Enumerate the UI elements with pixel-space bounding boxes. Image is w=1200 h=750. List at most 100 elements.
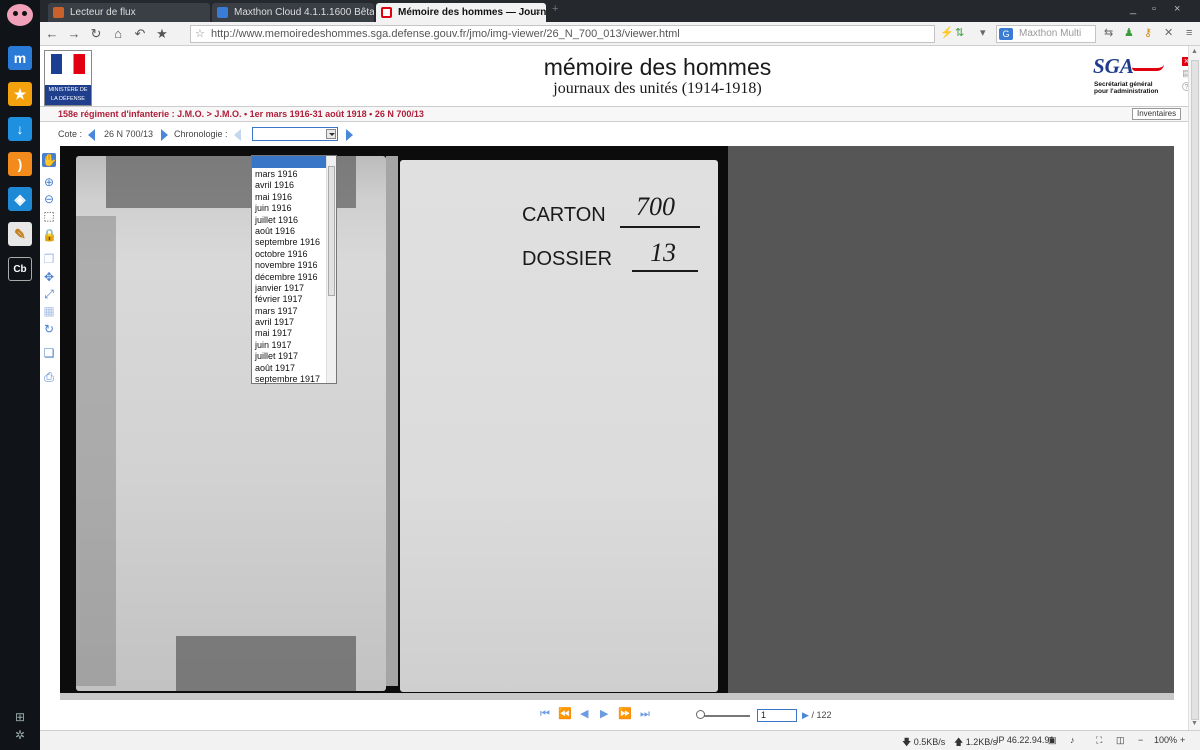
fast-forward-icon[interactable]: ⏩ (618, 708, 632, 720)
add-icon[interactable]: ⊞ (13, 710, 27, 724)
print-icon[interactable]: ⎙ (42, 370, 56, 384)
list-item[interactable]: janvier 1917 (255, 283, 320, 294)
chronologie-dropdown-list[interactable]: mars 1916 avril 1916 mai 1916 juin 1916 … (251, 155, 337, 384)
go-page-icon[interactable]: ▶ (802, 710, 809, 720)
zoom-out-status-icon[interactable]: − (1138, 735, 1143, 745)
select-area-icon[interactable]: ⬚ (42, 209, 56, 223)
chevron-down-icon[interactable] (326, 129, 336, 139)
list-item[interactable]: mai 1916 (255, 192, 320, 203)
fullscreen-icon[interactable]: ⛶ (1096, 735, 1102, 746)
search-input[interactable]: G Maxthon Multi (996, 25, 1096, 43)
zoom-in-icon[interactable]: ⊕ (42, 175, 56, 189)
sga-logo[interactable]: SGA Secrétariat général pour l'administr… (1090, 54, 1170, 98)
last-page-icon[interactable]: ⏭ (640, 708, 650, 720)
thumbnails-icon[interactable]: ▦ (42, 304, 56, 318)
list-item[interactable]: décembre 1916 (255, 272, 320, 283)
list-item[interactable]: juillet 1917 (255, 351, 320, 362)
first-page-icon[interactable]: ⏮ (540, 708, 550, 720)
image-viewer[interactable]: CARTON 700 DOSSIER 13 (60, 146, 1174, 700)
zoom-slider[interactable] (700, 715, 750, 717)
chronologie-next-icon[interactable] (346, 129, 353, 141)
cote-prev-icon[interactable] (88, 129, 95, 141)
rotate-icon[interactable]: ↻ (42, 322, 56, 336)
list-item[interactable]: septembre 1916 (255, 237, 320, 248)
tab-memoire-des-hommes[interactable]: Mémoire des hommes — Journ... × (376, 3, 546, 22)
volume-icon[interactable]: ♪ (1070, 735, 1075, 745)
reload-icon[interactable]: ↻ (88, 25, 104, 43)
list-item[interactable]: février 1917 (255, 294, 320, 305)
list-item[interactable]: mars 1917 (255, 306, 320, 317)
forward-icon[interactable]: → (66, 25, 82, 43)
resource-sniffer-icon[interactable]: ⇅ (955, 25, 964, 43)
copy-icon[interactable]: ❐ (42, 252, 56, 266)
dropdown-scroll-thumb[interactable] (328, 166, 335, 296)
list-item[interactable]: mai 1917 (255, 328, 320, 339)
minimize-icon[interactable]: _ (1130, 3, 1136, 15)
tab-maxthon-cloud[interactable]: Maxthon Cloud 4.1.1.1600 Bêta est s... (212, 3, 374, 22)
prev-page-icon[interactable]: ◀ (580, 708, 588, 720)
home-icon[interactable]: ⌂ (110, 25, 126, 43)
cote-next-icon[interactable] (161, 129, 168, 141)
cb-icon[interactable]: Cb (8, 257, 32, 281)
page-number-input[interactable]: 1 (757, 709, 797, 722)
notepad-icon[interactable]: ✎ (8, 222, 32, 246)
tab-lecteur-de-flux[interactable]: Lecteur de flux (48, 3, 210, 22)
address-bar[interactable]: ☆ http://www.memoiredeshommes.sga.defens… (190, 25, 935, 43)
chronologie-select[interactable] (252, 127, 338, 141)
maximize-icon[interactable]: ▫ (1152, 3, 1156, 15)
translate-icon[interactable]: ⇆ (1104, 25, 1113, 43)
pan-hand-icon[interactable]: ✋ (42, 153, 57, 167)
list-item[interactable]: octobre 1916 (255, 249, 320, 260)
list-item[interactable]: avril 1916 (255, 180, 320, 191)
list-item[interactable]: juin 1917 (255, 340, 320, 351)
bookmark-star-icon[interactable]: ☆ (195, 26, 205, 42)
new-tab-icon[interactable]: + (552, 3, 558, 15)
duplicate-icon[interactable]: ❏ (42, 346, 56, 360)
search-engine-icon[interactable]: G (999, 28, 1013, 40)
ministere-logo[interactable]: MINISTÈRE DE LA DÉFENSE (44, 50, 92, 106)
zoom-level[interactable]: 100% (1154, 735, 1177, 745)
menu-icon[interactable]: ≡ (1186, 25, 1192, 43)
fast-back-icon[interactable]: ⏪ (558, 708, 572, 720)
close-window-icon[interactable]: × (1174, 3, 1180, 15)
list-item[interactable]: septembre 1917 (255, 374, 320, 385)
dropdown-selected-blank[interactable] (252, 156, 326, 168)
chevron-down-icon[interactable]: ▾ (980, 25, 986, 43)
zoom-out-icon[interactable]: ⊖ (42, 192, 56, 206)
zoom-in-status-icon[interactable]: + (1180, 735, 1185, 745)
list-item[interactable]: novembre 1916 (255, 260, 320, 271)
breadcrumb-text[interactable]: 158e régiment d'infanterie : J.M.O. > J.… (58, 109, 424, 119)
archive-scan-image[interactable]: CARTON 700 DOSSIER 13 (60, 146, 728, 693)
fit-center-icon[interactable]: ✥ (42, 270, 56, 284)
chronologie-prev-icon[interactable] (234, 129, 241, 141)
skype-icon[interactable]: ◈ (8, 187, 32, 211)
lock-icon[interactable]: 🔒 (42, 228, 57, 242)
rss-icon[interactable]: ) (8, 152, 32, 176)
scroll-up-icon[interactable]: ▲ (1191, 48, 1198, 55)
split-view-icon[interactable]: ◫ (1116, 735, 1125, 746)
screen-capture-icon[interactable]: ▣ (1048, 735, 1057, 746)
favorites-icon[interactable]: ★ (8, 82, 32, 106)
lightning-icon[interactable]: ⚡ (940, 25, 954, 43)
maxthon-mascot-icon[interactable] (7, 4, 33, 26)
tools-icon[interactable]: ✕ (1164, 25, 1173, 43)
close-tab-icon[interactable]: × (535, 3, 541, 22)
scroll-down-icon[interactable]: ▼ (1191, 720, 1198, 727)
inventaires-button[interactable]: Inventaires (1132, 108, 1182, 120)
list-item[interactable]: juillet 1916 (255, 215, 320, 226)
key-icon[interactable]: ⚷ (1144, 25, 1152, 43)
list-item[interactable]: juin 1916 (255, 203, 320, 214)
page-scroll-thumb[interactable] (1191, 60, 1199, 720)
undo-close-icon[interactable]: ↶ (132, 25, 148, 43)
list-item[interactable]: août 1916 (255, 226, 320, 237)
download-icon[interactable]: ↓ (8, 117, 32, 141)
settings-icon[interactable]: ✲ (13, 728, 27, 742)
user-icon[interactable]: ♟ (1124, 25, 1134, 43)
list-item[interactable]: août 1917 (255, 363, 320, 374)
page-scrollbar[interactable]: ▲ ▼ (1188, 46, 1200, 730)
favorite-icon[interactable]: ★ (154, 25, 170, 43)
list-item[interactable]: mars 1916 (255, 169, 320, 180)
list-item[interactable]: avril 1917 (255, 317, 320, 328)
back-icon[interactable]: ← (44, 25, 60, 43)
zoom-slider-handle[interactable] (696, 710, 705, 719)
